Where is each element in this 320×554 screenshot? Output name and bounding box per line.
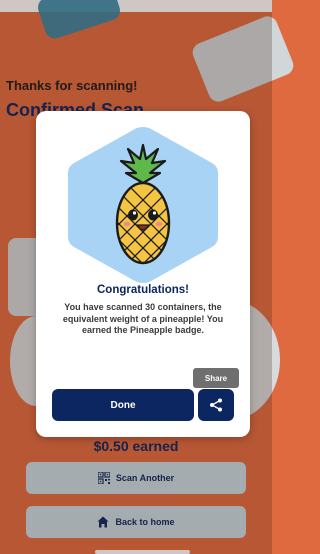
share-tooltip: Share (193, 368, 239, 388)
share-icon (210, 398, 222, 412)
badge-earned-dialog: Congratulations! You have scanned 30 con… (36, 111, 250, 437)
done-button[interactable]: Done (52, 389, 194, 421)
dialog-message: You have scanned 30 containers, the equi… (62, 302, 224, 335)
dialog-title: Congratulations! (97, 284, 189, 296)
share-button[interactable] (198, 389, 234, 421)
pineapple-badge-icon (66, 125, 220, 285)
